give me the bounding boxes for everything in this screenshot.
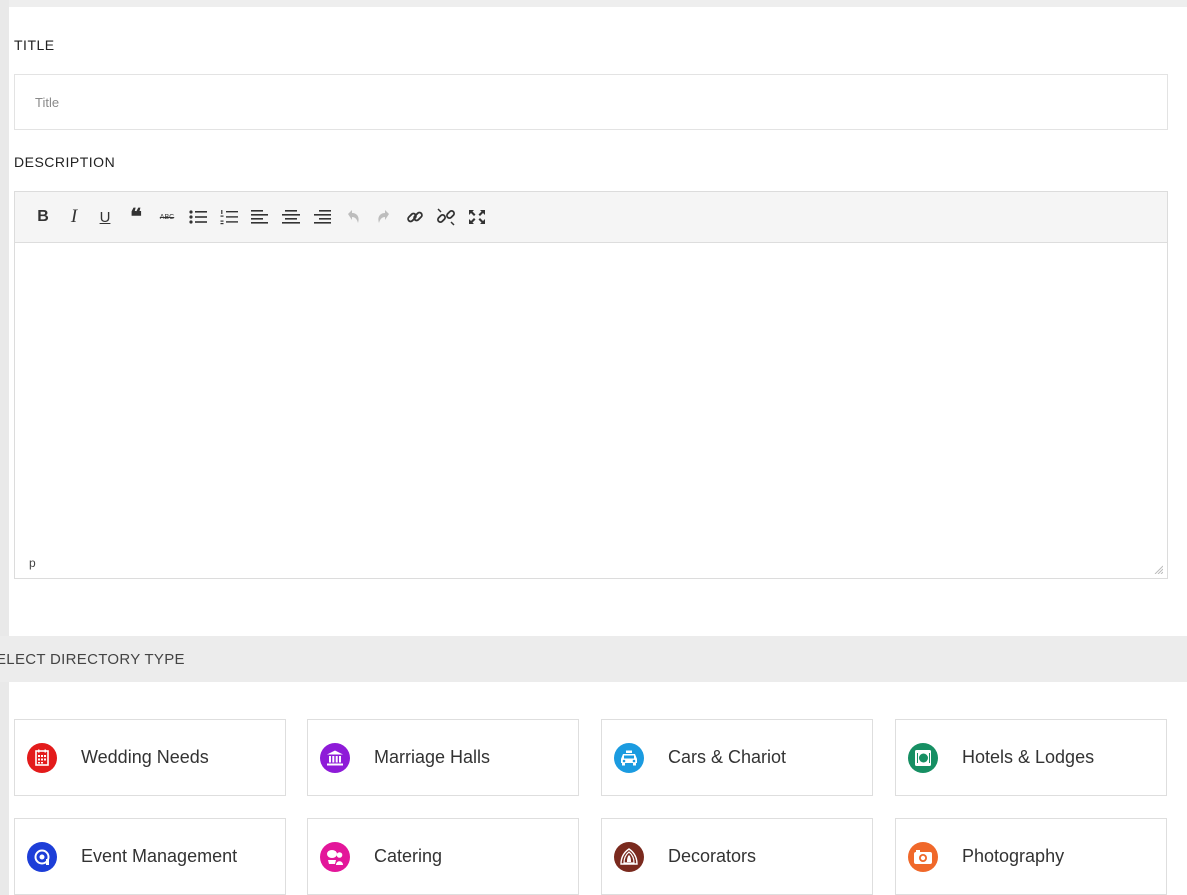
align-right-button[interactable] [310, 204, 334, 230]
hotel-icon [908, 742, 938, 773]
directory-type-hotels-lodges[interactable]: Hotels & Lodges [895, 719, 1167, 796]
bold-button[interactable]: B [31, 204, 55, 230]
description-label: DESCRIPTION [14, 154, 116, 170]
directory-type-decorators[interactable]: Decorators [601, 818, 873, 895]
directory-type-cars-chariot[interactable]: Cars & Chariot [601, 719, 873, 796]
strikethrough-button[interactable]: ABC [155, 204, 179, 230]
redo-button[interactable] [372, 204, 396, 230]
align-right-icon [314, 210, 331, 224]
hall-icon [320, 742, 350, 773]
editor-content-area[interactable] [15, 243, 1167, 547]
calendar-icon [27, 742, 57, 773]
italic-icon: I [70, 206, 78, 227]
directory-type-label: Photography [962, 846, 1065, 866]
bullet-list-icon [189, 210, 207, 224]
blockquote-button[interactable]: ❝ [124, 204, 148, 230]
align-center-button[interactable] [279, 204, 303, 230]
bold-icon: B [37, 208, 49, 225]
strikethrough-icon: ABC [159, 213, 175, 221]
title-label: TITLE [14, 37, 55, 53]
directory-type-header: ELECT DIRECTORY TYPE [0, 636, 1187, 682]
underline-button[interactable]: U [93, 204, 117, 230]
link-icon [407, 211, 423, 223]
decor-icon [614, 841, 644, 872]
undo-icon [348, 210, 359, 223]
underline-icon: U [99, 208, 111, 226]
directory-type-label: Decorators [668, 846, 757, 866]
event-icon [27, 841, 57, 872]
unlink-icon [437, 208, 455, 226]
directory-type-event-management[interactable]: Event Management [14, 818, 286, 895]
catering-icon [320, 841, 350, 872]
quote-icon: ❝ [130, 204, 142, 230]
align-center-icon [282, 210, 300, 224]
directory-type-catering[interactable]: Catering [307, 818, 579, 895]
link-button[interactable] [403, 204, 427, 230]
element-path[interactable]: p [29, 556, 36, 570]
directory-type-label: Hotels & Lodges [962, 747, 1095, 767]
car-icon [614, 742, 644, 773]
description-editor: B I U ❝ ABC p [14, 191, 1168, 579]
editor-statusbar: p [15, 548, 1167, 578]
italic-button[interactable]: I [62, 204, 86, 230]
undo-button[interactable] [341, 204, 365, 230]
resize-handle-icon[interactable] [1153, 564, 1163, 574]
bullet-list-button[interactable] [186, 204, 210, 230]
top-border [0, 0, 1187, 7]
section-title: ELECT DIRECTORY TYPE [0, 650, 185, 668]
directory-type-marriage-halls[interactable]: Marriage Halls [307, 719, 579, 796]
numbered-list-icon [220, 210, 238, 225]
directory-type-label: Cars & Chariot [668, 747, 787, 767]
redo-icon [378, 210, 389, 223]
camera-icon [908, 841, 938, 872]
align-left-button[interactable] [248, 204, 272, 230]
directory-type-label: Marriage Halls [374, 747, 491, 767]
fullscreen-icon [469, 210, 485, 224]
unlink-button[interactable] [434, 204, 458, 230]
title-input[interactable] [14, 74, 1168, 130]
directory-type-label: Wedding Needs [81, 747, 209, 767]
editor-toolbar: B I U ❝ ABC [15, 192, 1167, 243]
align-left-icon [251, 210, 268, 224]
left-border [0, 0, 9, 895]
directory-type-wedding-needs[interactable]: Wedding Needs [14, 719, 286, 796]
directory-type-label: Event Management [81, 846, 238, 866]
directory-type-label: Catering [374, 846, 443, 866]
directory-type-photography[interactable]: Photography [895, 818, 1167, 895]
numbered-list-button[interactable] [217, 204, 241, 230]
fullscreen-button[interactable] [465, 204, 489, 230]
